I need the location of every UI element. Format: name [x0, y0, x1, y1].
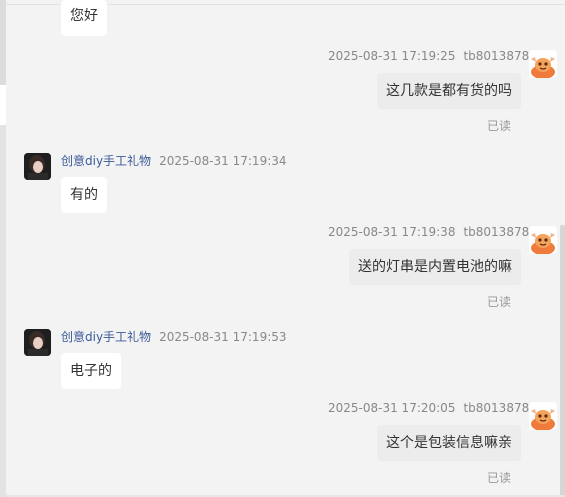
seller-avatar[interactable]	[24, 153, 51, 180]
buyer-avatar[interactable]	[529, 50, 557, 78]
orange-monster-icon	[529, 50, 557, 78]
left-panel-edge	[0, 0, 6, 497]
message-time: 2025-08-31 17:19:53	[159, 330, 287, 344]
orange-monster-icon	[529, 402, 557, 430]
message-bubble: 您好	[61, 0, 107, 36]
message-meta: 2025-08-31 17:20:05 tb801387856	[328, 401, 545, 415]
message-bubble: 这个是包装信息嘛亲	[377, 425, 521, 461]
message-time: 2025-08-31 17:20:05	[328, 401, 456, 415]
sender-name[interactable]: 创意diy手工礼物	[61, 154, 151, 168]
message-bubble: 有的	[61, 177, 107, 213]
sender-name[interactable]: 创意diy手工礼物	[61, 330, 151, 344]
orange-monster-icon	[529, 226, 557, 254]
scrollbar[interactable]	[560, 225, 565, 497]
chat-window: 您好 2025-08-31 17:19:25 tb801387856 这几款是都有…	[0, 0, 565, 497]
rail-segment	[0, 125, 6, 497]
rail-segment	[0, 85, 6, 125]
message-meta: 创意diy手工礼物 2025-08-31 17:19:53	[61, 328, 287, 345]
message-meta: 2025-08-31 17:19:38 tb801387856	[328, 225, 545, 239]
message-bubble: 电子的	[61, 353, 121, 389]
rail-segment	[0, 0, 6, 85]
buyer-avatar[interactable]	[529, 402, 557, 430]
portrait-photo-icon	[24, 153, 51, 180]
message-meta: 2025-08-31 17:19:25 tb801387856	[328, 49, 545, 63]
buyer-avatar[interactable]	[529, 226, 557, 254]
message-meta: 创意diy手工礼物 2025-08-31 17:19:34	[61, 152, 287, 169]
message-bubble: 这几款是都有货的吗	[377, 73, 521, 109]
read-status: 已读	[487, 295, 512, 309]
read-status: 已读	[487, 119, 512, 133]
message-time: 2025-08-31 17:19:25	[328, 49, 456, 63]
message-time: 2025-08-31 17:19:38	[328, 225, 456, 239]
message-time: 2025-08-31 17:19:34	[159, 154, 287, 168]
message-bubble: 送的灯串是内置电池的嘛	[349, 249, 521, 285]
portrait-photo-icon	[24, 329, 51, 356]
read-status: 已读	[487, 471, 512, 485]
seller-avatar[interactable]	[24, 329, 51, 356]
